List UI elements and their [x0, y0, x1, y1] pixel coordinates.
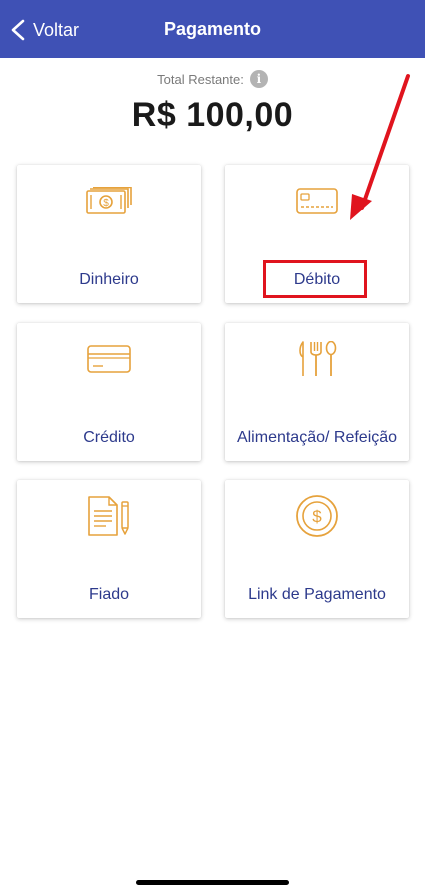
document-pen-icon	[17, 496, 201, 536]
payment-option-link-de-pagamento[interactable]: $ Link de Pagamento	[225, 480, 409, 618]
payment-option-label: Crédito	[83, 429, 135, 446]
credit-card-icon	[17, 339, 201, 379]
svg-text:$: $	[312, 507, 322, 526]
cutlery-icon	[225, 339, 409, 379]
payment-option-label: Link de Pagamento	[248, 586, 386, 603]
svg-text:$: $	[103, 198, 109, 209]
payment-option-alimentacao-refeicao[interactable]: Alimentação/ Refeição	[225, 323, 409, 461]
dollar-coin-icon: $	[225, 495, 409, 537]
page-title: Pagamento	[163, 19, 262, 39]
payment-option-label: Alimentação/ Refeição	[236, 429, 398, 446]
payment-option-dinheiro[interactable]: $ Dinheiro	[17, 165, 201, 303]
annotation-arrow-icon	[350, 74, 410, 220]
navbar: Voltar Pagamento	[0, 0, 425, 58]
payment-option-credito[interactable]: Crédito	[17, 323, 201, 461]
payment-screen: Voltar Pagamento Total Restante: i R$ 10…	[0, 0, 425, 892]
info-icon[interactable]: i	[249, 70, 268, 88]
annotation-highlight-box	[263, 260, 367, 298]
total-remaining-label: Total Restante:	[157, 71, 244, 87]
payment-option-label: Dinheiro	[79, 271, 139, 288]
payment-option-fiado[interactable]: Fiado	[17, 480, 201, 618]
payment-option-label: Fiado	[88, 586, 130, 603]
cash-icon: $	[17, 181, 201, 221]
home-indicator	[136, 880, 289, 885]
